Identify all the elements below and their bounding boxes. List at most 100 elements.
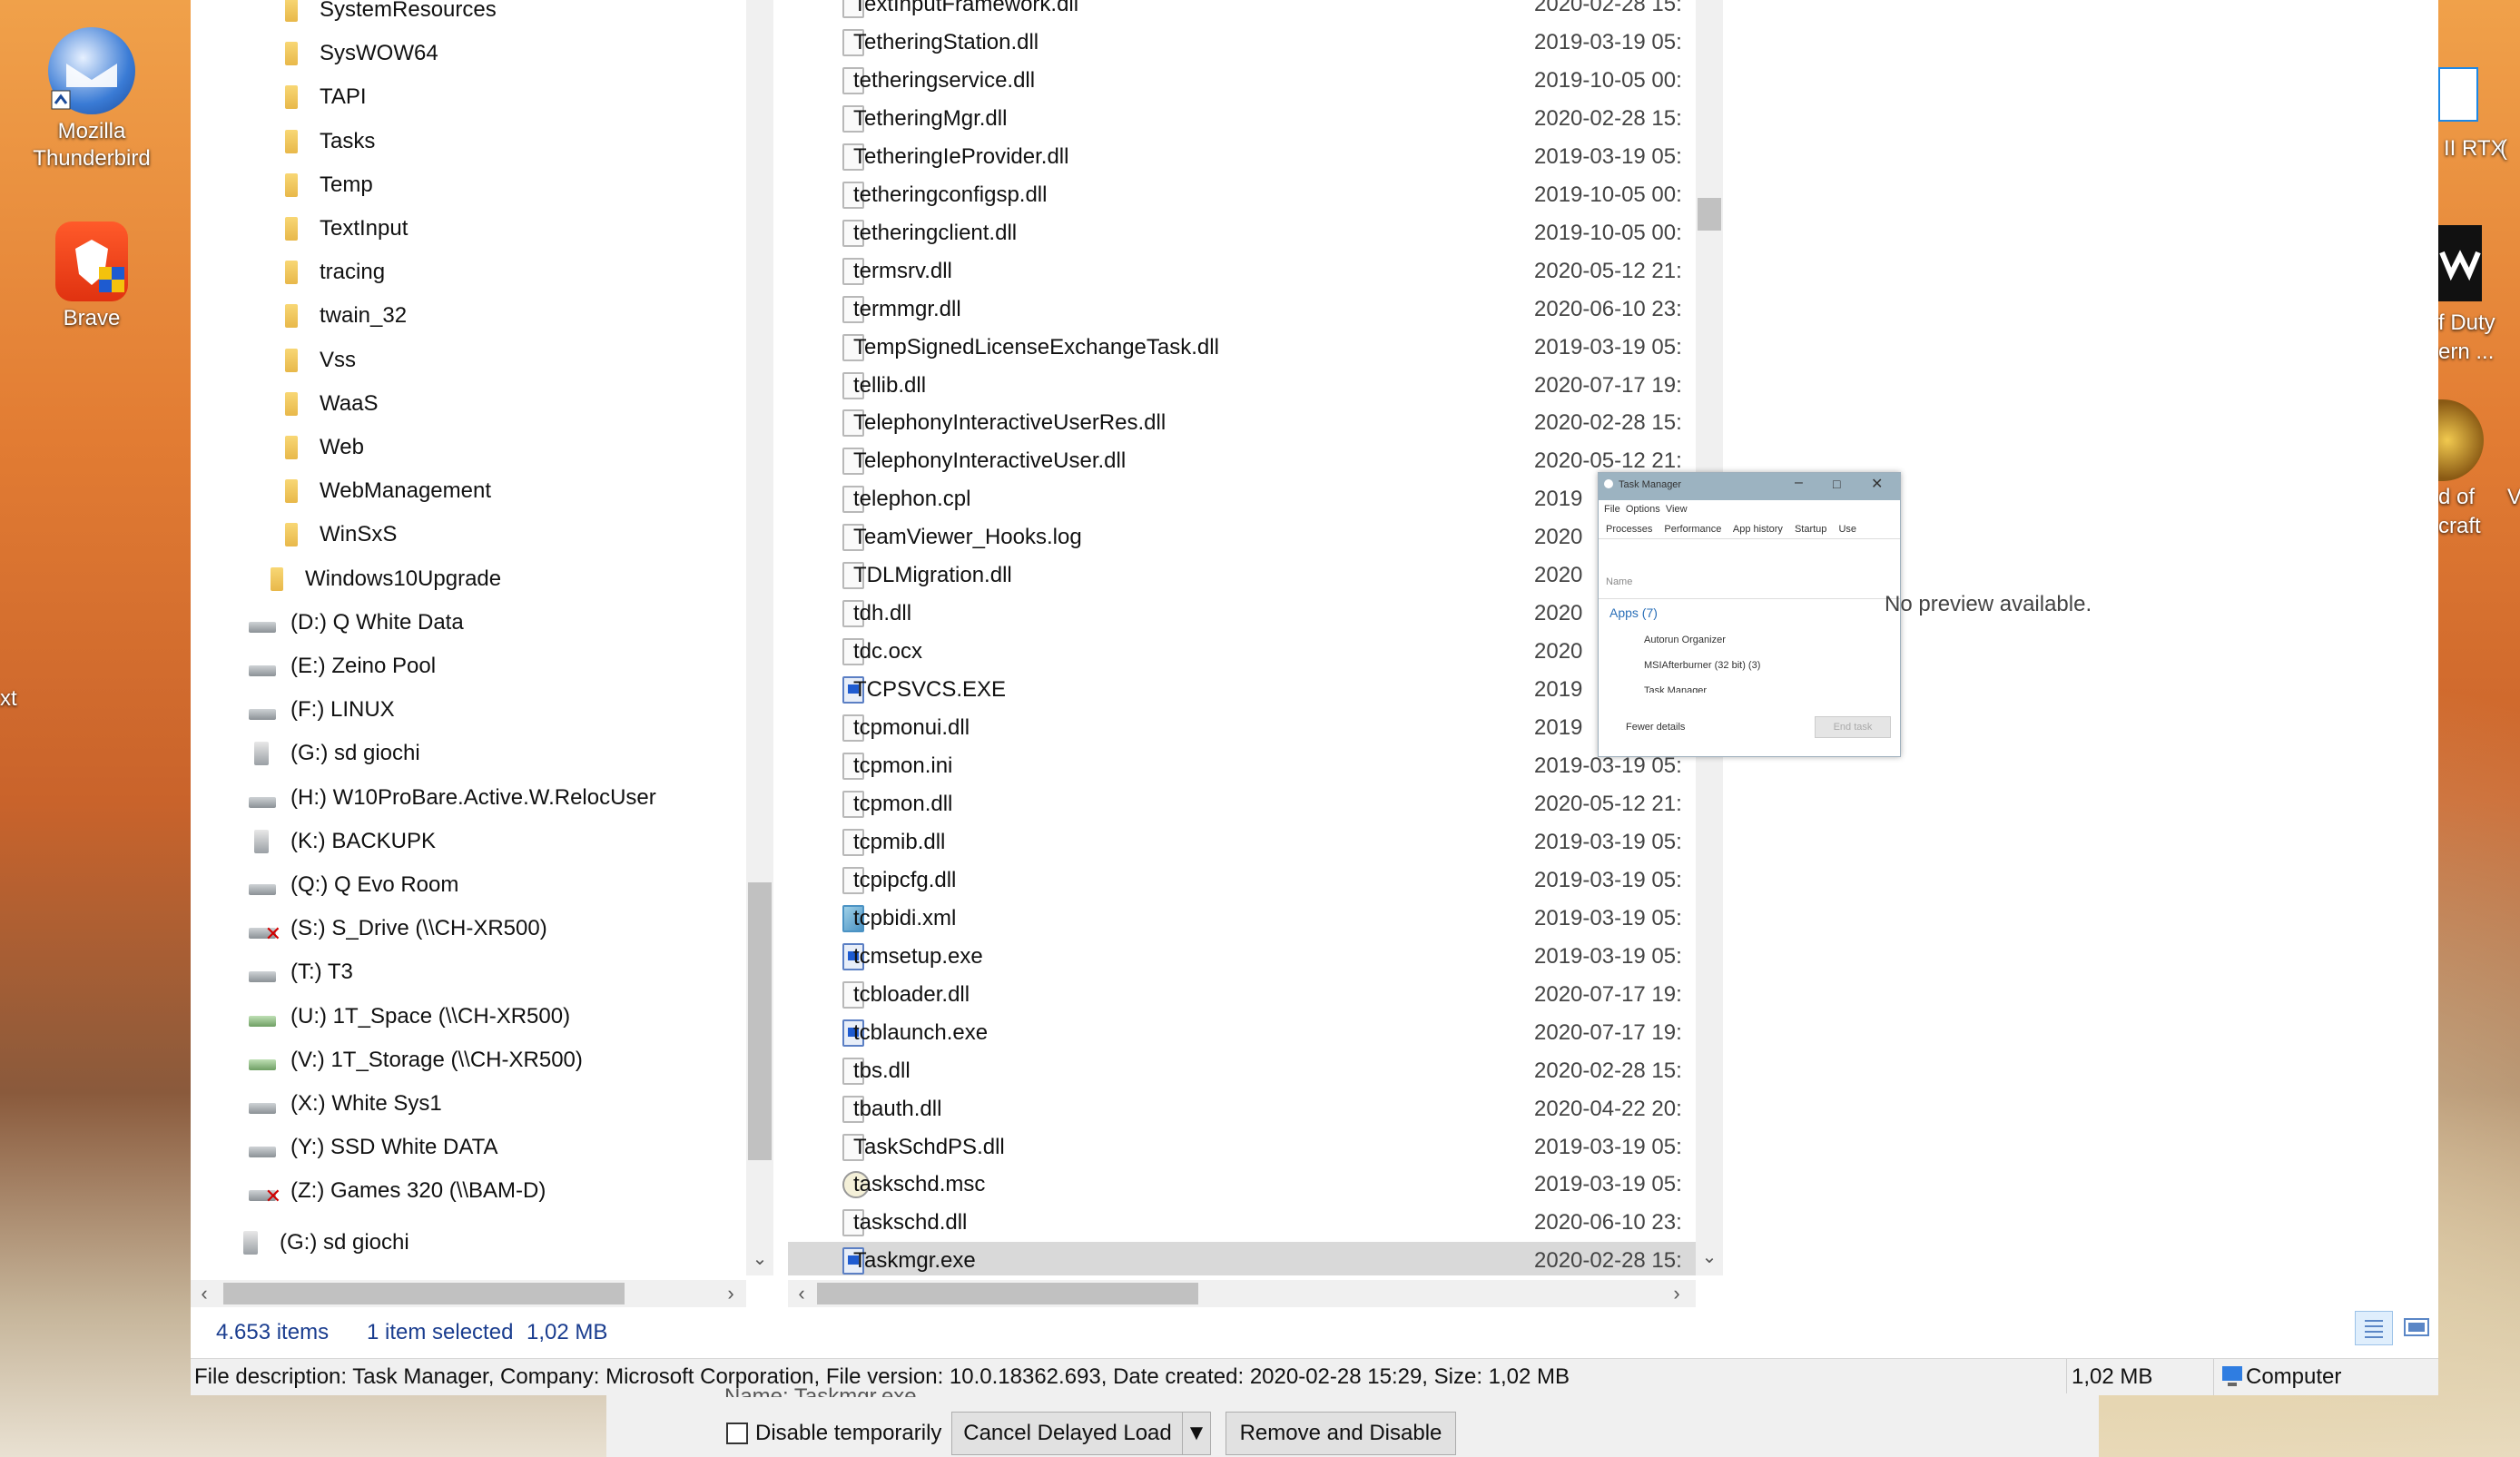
tree-item-drive[interactable]: (Q:) Q Evo Room (249, 864, 458, 906)
file-row[interactable]: Taskmgr.exe 2020-02-28 15: (788, 1242, 1696, 1275)
tree-item-drive[interactable]: (G:) sd giochi (238, 1222, 409, 1264)
file-row[interactable]: tdh.dll 2020 (788, 595, 1696, 633)
tree-item-drive[interactable]: (T:) T3 (249, 951, 353, 993)
scroll-right-arrow-icon[interactable]: › (1663, 1280, 1690, 1307)
tree-item-drive[interactable]: (U:) 1T_Space (\\CH-XR500) (249, 996, 570, 1038)
network-drive-icon (249, 1058, 276, 1070)
scrollbar-thumb[interactable] (817, 1283, 1198, 1304)
tree-item-folder[interactable]: TextInput (278, 208, 408, 250)
call-of-duty-icon[interactable] (2438, 225, 2482, 301)
thumbnail-titlebar: Task Manager – □ ✕ (1599, 473, 1900, 500)
file-row[interactable]: tcblaunch.exe 2020-07-17 19: (788, 1014, 1696, 1052)
tree-item-drive[interactable]: (H:) W10ProBare.Active.W.RelocUser (249, 777, 656, 819)
tree-item-drive[interactable]: (X:) White Sys1 (249, 1083, 442, 1125)
tree-item-folder[interactable]: SysWOW64 (278, 33, 438, 74)
tree-item-folder[interactable]: Temp (278, 164, 373, 206)
tree-item-drive[interactable]: (V:) 1T_Storage (\\CH-XR500) (249, 1039, 583, 1081)
remove-and-disable-button[interactable]: Remove and Disable (1226, 1412, 1456, 1455)
tree-item-folder[interactable]: Vss (278, 340, 356, 381)
scroll-right-arrow-icon[interactable]: › (717, 1280, 744, 1307)
tree-item-folder[interactable]: SystemResources (278, 0, 497, 31)
tree-item-drive[interactable]: (F:) LINUX (249, 689, 395, 731)
disable-temporarily-label[interactable]: Disable temporarily (755, 1421, 941, 1446)
file-row[interactable]: TeamViewer_Hooks.log 2020 (788, 518, 1696, 556)
file-row[interactable]: tcpmon.dll 2020-05-12 21: (788, 785, 1696, 823)
file-row[interactable]: tcpmonui.dll 2019 (788, 709, 1696, 747)
file-row[interactable]: TempSignedLicenseExchangeTask.dll 2019-03… (788, 329, 1696, 367)
tree-item-drive[interactable]: ✕ (Z:) Games 320 (\\BAM-D) (249, 1170, 546, 1212)
file-row[interactable]: tetheringclient.dll 2019-10-05 00: (788, 214, 1696, 252)
cancel-delayed-load-button[interactable]: Cancel Delayed Load (951, 1412, 1184, 1455)
folder-icon (285, 217, 298, 241)
file-row[interactable]: tellib.dll 2020-07-17 19: (788, 367, 1696, 405)
file-row[interactable]: tcpmon.ini 2019-03-19 05: (788, 747, 1696, 785)
tree-item-folder[interactable]: WaaS (278, 383, 378, 425)
scroll-left-arrow-icon[interactable]: ‹ (788, 1280, 815, 1307)
maximize-icon: □ (1833, 477, 1841, 491)
tree-item-drive[interactable]: (Y:) SSD White DATA (249, 1127, 497, 1168)
file-row[interactable]: TetheringStation.dll 2019-03-19 05: (788, 24, 1696, 62)
file-row[interactable]: tcbloader.dll 2020-07-17 19: (788, 976, 1696, 1014)
details-view-button[interactable] (2355, 1311, 2393, 1345)
file-row[interactable]: TelephonyInteractiveUser.dll 2020-05-12 2… (788, 442, 1696, 480)
file-name: TetheringIeProvider.dll (853, 143, 1069, 169)
file-row[interactable]: TetheringIeProvider.dll 2019-03-19 05: (788, 138, 1696, 176)
tree-item-drive[interactable]: (K:) BACKUPK (249, 821, 436, 862)
desktop-icon-brave[interactable]: Brave (15, 222, 169, 332)
file-row[interactable]: TextInputFramework.dll 2020-02-28 15: (788, 0, 1696, 24)
file-list-horizontal-scrollbar[interactable]: ‹ › (788, 1280, 1696, 1307)
file-date: 2019-03-19 05: (1534, 829, 1682, 854)
tree-item-folder[interactable]: WinSxS (278, 514, 397, 556)
world-of-warcraft-icon[interactable] (2438, 399, 2484, 481)
chevron-down-icon[interactable]: ▼ (1182, 1412, 1211, 1455)
file-row[interactable]: tcmsetup.exe 2019-03-19 05: (788, 938, 1696, 976)
disable-temporarily-checkbox[interactable] (726, 1423, 748, 1444)
file-row[interactable]: TCPSVCS.EXE 2019 (788, 671, 1696, 709)
file-row[interactable]: tcpmib.dll 2019-03-19 05: (788, 823, 1696, 861)
file-row[interactable]: TelephonyInteractiveUserRes.dll 2020-02-2… (788, 404, 1696, 442)
file-row[interactable]: tbs.dll 2020-02-28 15: (788, 1052, 1696, 1090)
tree-horizontal-scrollbar[interactable]: ‹ › (191, 1280, 746, 1307)
tree-item-drive[interactable]: ✕ (S:) S_Drive (\\CH-XR500) (249, 908, 547, 950)
folder-icon (285, 129, 298, 153)
scroll-down-arrow-icon[interactable]: ⌄ (746, 1245, 773, 1273)
scroll-down-arrow-icon[interactable]: ⌄ (1696, 1245, 1723, 1268)
scrollbar-thumb[interactable] (223, 1283, 625, 1304)
partial-icon-label: V (2507, 485, 2520, 509)
file-row[interactable]: taskschd.msc 2019-03-19 05: (788, 1166, 1696, 1204)
file-row[interactable]: TDLMigration.dll 2020 (788, 556, 1696, 595)
file-date: 2020 (1534, 601, 1583, 626)
tree-item-folder[interactable]: TAPI (278, 76, 367, 118)
minimize-icon: – (1795, 475, 1803, 490)
file-row[interactable]: telephon.cpl 2019 (788, 480, 1696, 518)
file-row[interactable]: taskschd.dll 2020-06-10 23: (788, 1204, 1696, 1242)
file-row[interactable]: tdc.ocx 2020 (788, 633, 1696, 671)
file-row[interactable]: tbauth.dll 2020-04-22 20: (788, 1090, 1696, 1128)
tree-item-drive[interactable]: (E:) Zeino Pool (249, 645, 436, 687)
file-row[interactable]: tetheringservice.dll 2019-10-05 00: (788, 62, 1696, 100)
scrollbar-thumb[interactable] (1698, 198, 1721, 231)
scrollbar-thumb[interactable] (748, 882, 772, 1160)
tree-item-folder[interactable]: tracing (278, 251, 385, 293)
file-date: 2020-02-28 15: (1534, 1058, 1682, 1083)
tree-vertical-scrollbar[interactable]: ⌄ (746, 0, 773, 1275)
tree-item-drive[interactable]: (D:) Q White Data (249, 602, 464, 644)
partial-app-icon[interactable] (2438, 67, 2478, 122)
scroll-left-arrow-icon[interactable]: ‹ (191, 1280, 218, 1307)
file-row[interactable]: TaskSchdPS.dll 2019-03-19 05: (788, 1128, 1696, 1167)
tree-item-folder[interactable]: twain_32 (278, 295, 407, 337)
tree-item-folder[interactable]: WebManagement (278, 470, 491, 512)
file-row[interactable]: tcpbidi.xml 2019-03-19 05: (788, 900, 1696, 938)
file-row[interactable]: tcpipcfg.dll 2019-03-19 05: (788, 861, 1696, 900)
file-row[interactable]: termmgr.dll 2020-06-10 23: (788, 290, 1696, 329)
large-icons-view-button[interactable] (2397, 1311, 2435, 1345)
tree-item-folder[interactable]: Tasks (278, 121, 375, 162)
tree-item-folder[interactable]: Windows10Upgrade (263, 558, 501, 600)
tab-underline (1599, 538, 1900, 539)
file-row[interactable]: termsrv.dll 2020-05-12 21: (788, 252, 1696, 290)
desktop-icon-thunderbird[interactable]: Mozilla Thunderbird (15, 27, 169, 172)
tree-item-drive[interactable]: (G:) sd giochi (249, 733, 420, 774)
tree-item-folder[interactable]: Web (278, 427, 364, 468)
file-row[interactable]: TetheringMgr.dll 2020-02-28 15: (788, 100, 1696, 138)
file-row[interactable]: tetheringconfigsp.dll 2019-10-05 00: (788, 176, 1696, 214)
